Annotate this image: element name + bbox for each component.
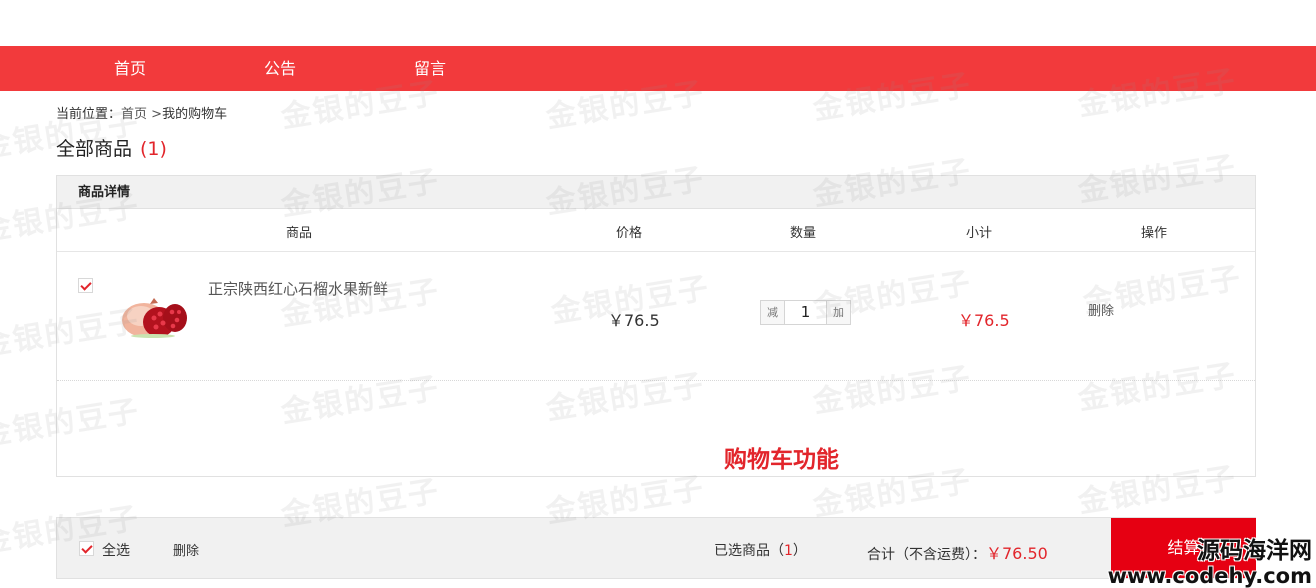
- item-subtotal: ￥76.5: [958, 311, 1010, 330]
- column-price: 价格: [616, 226, 643, 241]
- breadcrumb: 当前位置：首页 >我的购物车: [56, 103, 227, 122]
- quantity-increase-button[interactable]: 加: [826, 301, 850, 324]
- quantity-decrease-button[interactable]: 减: [761, 301, 785, 324]
- cart-footer-bar: 全选 删除 已选商品（1） 合计（不含运费）：￥76.50 结算: [56, 517, 1256, 579]
- batch-delete-link[interactable]: 删除: [173, 540, 199, 559]
- item-checkbox[interactable]: [78, 278, 93, 293]
- overlay-caption: 购物车功能: [724, 447, 839, 473]
- selected-suffix: ）: [792, 543, 807, 559]
- item-price: ￥76.5: [608, 311, 660, 330]
- top-nav: 首页 公告 留言: [0, 46, 1316, 91]
- page-title: 全部商品 (1): [56, 134, 167, 161]
- site-watermark-url: www.codehy.com: [1107, 564, 1312, 588]
- cart-item-row: 正宗陕西红心石榴水果新鲜 ￥76.5 减 1 加 ￥76.5 删除: [57, 252, 1255, 381]
- site-watermark-name: 源码海洋网: [1197, 538, 1312, 564]
- total-label: 合计（不含运费）：: [867, 547, 986, 563]
- quantity-stepper: 减 1 加: [760, 300, 851, 325]
- breadcrumb-home-link[interactable]: 首页: [121, 107, 147, 122]
- breadcrumb-separator: >: [151, 107, 163, 122]
- pomegranate-image: [122, 298, 187, 338]
- select-all-checkbox[interactable]: [79, 541, 94, 556]
- breadcrumb-prefix: 当前位置：: [56, 107, 122, 122]
- item-delete-link[interactable]: 删除: [1088, 300, 1114, 319]
- site-watermark: 源码海洋网 www.codehy.com: [1108, 538, 1312, 588]
- column-subtotal: 小计: [966, 226, 993, 241]
- total-price: 合计（不含运费）：￥76.50: [867, 540, 1048, 564]
- column-goods: 商品: [286, 226, 313, 241]
- select-all-label[interactable]: 全选: [102, 540, 130, 560]
- cart-table: 商品详情 商品 价格 数量 小计 操作 正宗陕西红心石榴水果新鲜 ￥76.5 减…: [56, 175, 1256, 477]
- all-goods-title: 全部商品: [56, 138, 133, 160]
- nav-home-link[interactable]: 首页: [114, 46, 146, 91]
- quantity-input[interactable]: 1: [785, 301, 826, 324]
- item-name-link[interactable]: 正宗陕西红心石榴水果新鲜: [208, 278, 388, 299]
- cart-column-headers: 商品 价格 数量 小计 操作: [57, 209, 1255, 252]
- cart-page: 首页 公告 留言 当前位置：首页 >我的购物车 全部商品 (1) 商品详情 商品 …: [0, 0, 1316, 588]
- column-operation: 操作: [1141, 226, 1168, 241]
- nav-notice-link[interactable]: 公告: [264, 46, 296, 91]
- nav-message-link[interactable]: 留言: [414, 46, 446, 91]
- selected-number: 1: [784, 543, 793, 559]
- column-quantity: 数量: [790, 226, 817, 241]
- selected-prefix: 已选商品（: [714, 543, 784, 559]
- selected-count: 已选商品（1）: [714, 540, 807, 560]
- breadcrumb-current: 我的购物车: [162, 107, 228, 122]
- total-amount: ￥76.50: [986, 544, 1048, 563]
- cart-section-header: 商品详情: [57, 176, 1255, 209]
- all-goods-count: (1): [140, 138, 167, 160]
